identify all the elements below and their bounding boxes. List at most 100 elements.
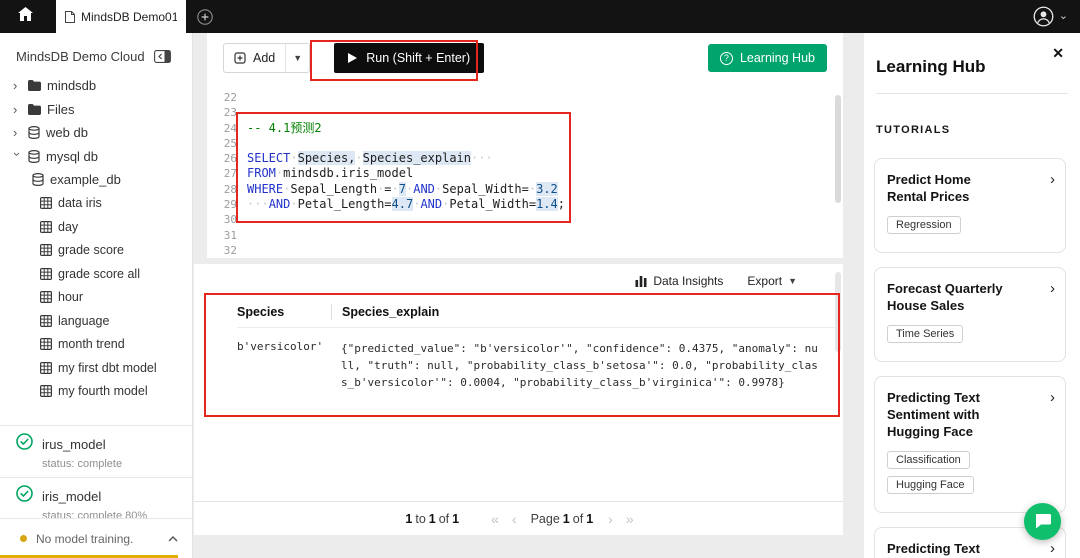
tutorial-tags: Time Series	[887, 324, 1041, 349]
data-insights-button[interactable]: Data Insights	[635, 274, 723, 288]
next-page-icon[interactable]: ›	[608, 511, 613, 527]
tree-item-label: my first dbt model	[58, 360, 157, 375]
sql-editor[interactable]: 22 23 24 -- 4.1预测2 25 26 SELECT·Species,·Speci…	[207, 83, 843, 258]
training-status-bar[interactable]: No model training.	[0, 518, 192, 558]
run-button-label: Run (Shift + Enter)	[366, 51, 471, 65]
column-header-species[interactable]: Species	[237, 305, 331, 319]
table-row[interactable]: b'versicolor' {"predicted_value": "b'vers…	[237, 328, 837, 391]
collapse-sidebar-icon[interactable]	[153, 50, 171, 63]
code-line[interactable]: 27 FROM·mindsdb.iris_model	[207, 166, 843, 181]
code-line[interactable]: 32	[207, 243, 843, 258]
tag-badge: Hugging Face	[887, 476, 974, 494]
sidebar-item-mysql-db[interactable]: › mysql db	[0, 145, 192, 169]
learning-hub-title: Learning Hub	[876, 57, 986, 76]
home-button[interactable]	[0, 0, 50, 33]
model-name-row: iris_model	[16, 485, 184, 507]
tag-badge: Regression	[887, 216, 961, 234]
line-number: 32	[223, 243, 237, 257]
tutorial-card[interactable]: Forecast Quarterly House Sales › Time Seri…	[874, 267, 1066, 362]
line-number: 23	[223, 106, 237, 120]
close-icon[interactable]: ✕	[1052, 45, 1064, 62]
last-page-icon[interactable]: »	[626, 511, 634, 527]
tree-item-label: mindsdb	[47, 78, 97, 94]
sidebar-item-web-db[interactable]: › web db	[0, 121, 192, 145]
code-line[interactable]: 24 -- 4.1预测2	[207, 121, 843, 136]
check-circle-icon	[16, 485, 33, 507]
tutorial-title: Predicting Text Sentiment with	[887, 541, 980, 556]
editor-scrollbar[interactable]	[835, 95, 841, 203]
model-status-item[interactable]: irus_model status: complete	[0, 425, 192, 477]
run-button[interactable]: Run (Shift + Enter)	[334, 43, 485, 73]
learning-hub-button[interactable]: ? Learning Hub	[707, 44, 827, 72]
tutorial-card[interactable]: Predicting Text Sentiment with Hugging F…	[874, 376, 1066, 513]
sidebar-item-month-trend[interactable]: ›month trend	[0, 333, 192, 357]
code-text: FROM·mindsdb.iris_model	[247, 166, 414, 181]
database-icon	[28, 126, 40, 140]
sidebar-item-my-first-dbt-model[interactable]: ›my first dbt model	[0, 356, 192, 380]
account-menu[interactable]: ⌄	[1033, 6, 1080, 27]
tree-item-label: language	[58, 313, 110, 328]
sidebar-item-day[interactable]: ›day	[0, 215, 192, 239]
code-line[interactable]: 25	[207, 136, 843, 151]
bar-chart-icon	[635, 275, 647, 287]
chevron-right-icon: ›	[1050, 171, 1055, 188]
add-dropdown-button[interactable]: ▼	[285, 44, 309, 72]
code-line[interactable]: 26 SELECT·Species,·Species_explain···	[207, 151, 843, 166]
plus-circle-icon	[197, 8, 213, 25]
tree-item-label: grade score all	[58, 266, 140, 281]
table-icon	[40, 291, 52, 304]
tutorial-tags: Regression	[887, 215, 1041, 240]
table-icon	[40, 361, 52, 374]
divider	[876, 93, 1068, 94]
export-button[interactable]: Export ▼	[747, 274, 797, 288]
document-icon	[65, 10, 75, 23]
first-page-icon[interactable]: «	[491, 511, 499, 527]
tutorial-cards: Predict Home Rental Prices › Regression For…	[874, 158, 1066, 558]
play-icon	[348, 53, 358, 63]
new-tab-button[interactable]	[197, 8, 213, 25]
code-line[interactable]: 22	[207, 90, 843, 105]
results-scrollbar[interactable]	[835, 272, 841, 352]
line-number: 31	[223, 228, 237, 242]
query-editor-panel: Add ▼ Run (Shift + Enter) ? Learning Hub…	[207, 33, 843, 258]
sidebar-item-data-iris[interactable]: ›data iris	[0, 192, 192, 216]
chevron-right-icon: ›	[13, 78, 18, 94]
check-circle-icon	[16, 433, 33, 455]
editor-toolbar: Add ▼ Run (Shift + Enter) ? Learning Hub	[207, 33, 843, 83]
sidebar-item-example_db[interactable]: ›example_db	[0, 168, 192, 192]
previous-page-icon[interactable]: ‹	[512, 511, 517, 527]
code-line[interactable]: 28 WHERE·Sepal_Length·=·7·AND·Sepal_Width…	[207, 181, 843, 197]
database-icon	[32, 173, 44, 187]
sidebar-item-Files[interactable]: › Files	[0, 98, 192, 122]
code-line[interactable]: 30	[207, 212, 843, 227]
add-button[interactable]: Add ▼	[223, 43, 311, 73]
code-lines: 22 23 24 -- 4.1预测2 25 26 SELECT·Species,·Speci…	[207, 90, 843, 258]
tree-item-label: example_db	[50, 172, 121, 188]
tree-item-label: month trend	[58, 337, 125, 352]
sidebar-item-hour[interactable]: ›hour	[0, 286, 192, 310]
sidebar-item-grade-score-all[interactable]: ›grade score all	[0, 262, 192, 286]
sidebar-item-language[interactable]: ›language	[0, 309, 192, 333]
chevron-up-icon[interactable]	[168, 535, 178, 542]
model-name-row: irus_model	[16, 433, 184, 455]
app-window: MindsDB Demo01... ⌄ MindsDB Demo Cloud ›…	[0, 0, 1080, 558]
data-insights-label: Data Insights	[653, 274, 724, 288]
tutorial-card[interactable]: Predict Home Rental Prices › Regression	[874, 158, 1066, 253]
editor-tab[interactable]: MindsDB Demo01...	[56, 0, 186, 33]
sidebar-item-grade-score[interactable]: ›grade score	[0, 239, 192, 263]
chat-button[interactable]	[1024, 503, 1061, 540]
status-dot-icon	[20, 535, 27, 542]
tutorial-tags: Classification Hugging Face	[887, 450, 1041, 500]
results-header-row: Species Species_explain	[237, 296, 837, 328]
sidebar-item-my-fourth-model[interactable]: ›my fourth model	[0, 380, 192, 404]
tree-item-label: hour	[58, 290, 84, 305]
column-header-species_explain[interactable]: Species_explain	[331, 303, 439, 320]
code-line[interactable]: 29 ···AND·Petal_Length=4.7·AND·Petal_Widt…	[207, 197, 843, 212]
code-line[interactable]: 31	[207, 228, 843, 243]
code-line[interactable]: 23	[207, 105, 843, 120]
sidebar-item-mindsdb[interactable]: › mindsdb	[0, 74, 192, 98]
sidebar-title: MindsDB Demo Cloud	[16, 49, 145, 64]
